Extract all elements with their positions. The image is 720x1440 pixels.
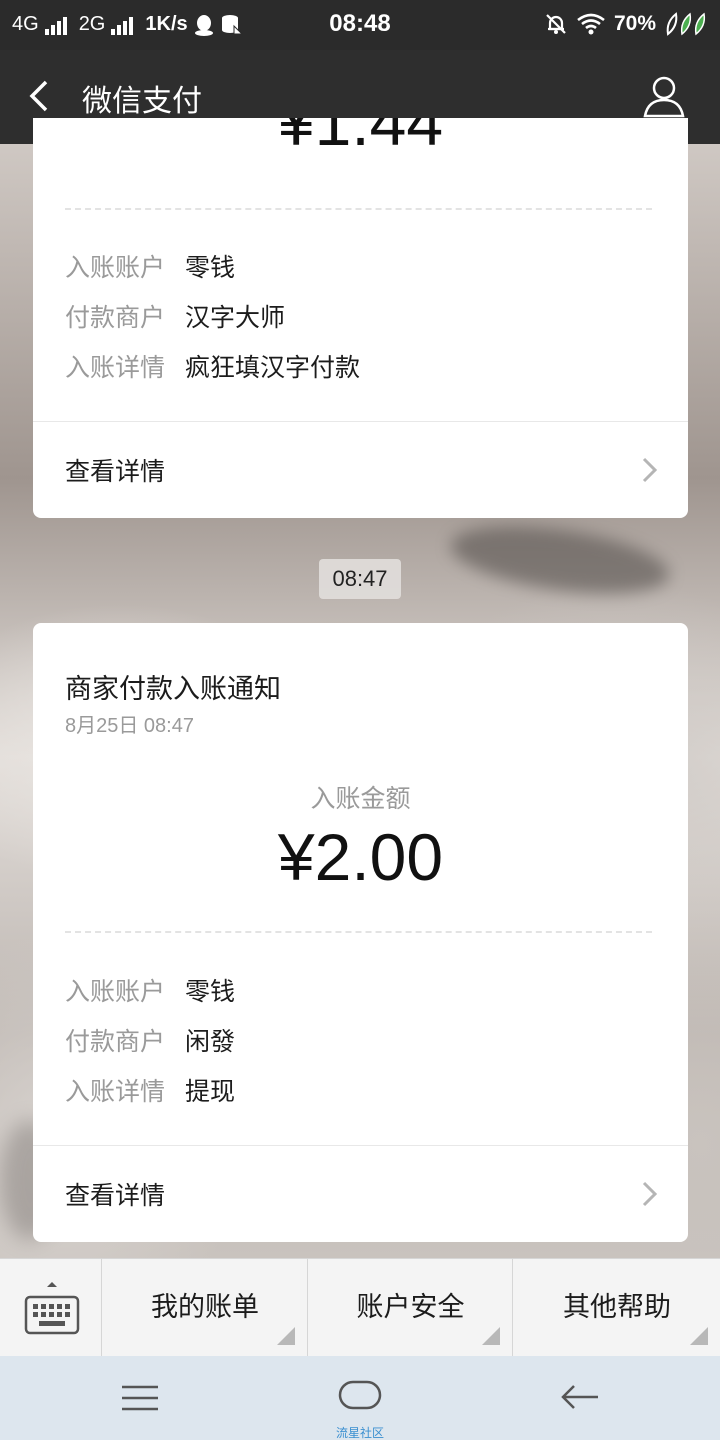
chevron-right-icon bbox=[642, 1181, 658, 1207]
dashed-divider bbox=[65, 931, 652, 933]
keyboard-toggle-button[interactable] bbox=[0, 1259, 102, 1357]
dashed-divider bbox=[65, 208, 652, 210]
back-icon[interactable] bbox=[560, 1382, 600, 1412]
battery-leaf-icon bbox=[666, 12, 706, 36]
view-details-label: 查看详情 bbox=[65, 1181, 166, 1210]
view-details-button[interactable]: 查看详情 bbox=[33, 1146, 688, 1242]
info-key: 入账详情 bbox=[65, 1077, 166, 1106]
wifi-icon bbox=[577, 13, 605, 35]
notification-title: 商家付款入账通知 bbox=[65, 674, 281, 705]
info-row: 入账详情 疯狂填汉字付款 bbox=[65, 348, 360, 384]
info-key: 付款商户 bbox=[65, 1027, 166, 1056]
info-row: 入账账户 零钱 bbox=[65, 972, 235, 1008]
menu-label: 我的账单 bbox=[151, 1292, 259, 1323]
system-nav-bar: 流星社区 bbox=[0, 1356, 720, 1440]
keyboard-icon bbox=[24, 1282, 80, 1335]
mute-bell-icon bbox=[546, 14, 566, 34]
watermark: 流星社区 bbox=[335, 1426, 384, 1440]
info-key: 入账账户 bbox=[65, 253, 166, 282]
info-value: 闲發 bbox=[185, 1027, 236, 1056]
menu-my-bills[interactable]: 我的账单 bbox=[103, 1259, 308, 1357]
battery-percent: 70% bbox=[613, 12, 656, 35]
info-row: 付款商户 闲發 bbox=[65, 1022, 235, 1058]
payment-amount: ¥1.44 bbox=[277, 118, 444, 159]
submenu-indicator-icon bbox=[482, 1327, 500, 1345]
menu-label: 账户安全 bbox=[356, 1292, 465, 1323]
info-value: 零钱 bbox=[185, 977, 236, 1006]
message-time: 08:47 bbox=[319, 559, 401, 599]
submenu-indicator-icon bbox=[690, 1327, 708, 1345]
view-details-button[interactable]: 查看详情 bbox=[33, 422, 688, 518]
info-value: 疯狂填汉字付款 bbox=[185, 353, 361, 382]
info-row: 入账账户 零钱 bbox=[65, 248, 235, 284]
home-icon[interactable] bbox=[338, 1380, 382, 1410]
info-row: 入账详情 提现 bbox=[65, 1072, 235, 1108]
status-bar: 4G 2G 1K/s 08:48 70% bbox=[0, 0, 720, 50]
menu-account-security[interactable]: 账户安全 bbox=[309, 1259, 513, 1357]
info-key: 入账详情 bbox=[65, 353, 166, 382]
bottom-menu: 我的账单 账户安全 其他帮助 bbox=[0, 1258, 720, 1357]
view-details-label: 查看详情 bbox=[65, 457, 166, 486]
info-row: 付款商户 汉字大师 bbox=[65, 298, 285, 334]
info-value: 汉字大师 bbox=[185, 303, 286, 332]
profile-icon[interactable] bbox=[642, 74, 686, 118]
menu-other-help[interactable]: 其他帮助 bbox=[514, 1259, 720, 1357]
notification-date: 8月25日 08:47 bbox=[65, 715, 194, 737]
payment-card: ¥1.44 入账账户 零钱 付款商户 汉字大师 入账详情 疯狂填汉字付款 查看详… bbox=[33, 118, 688, 518]
recent-apps-icon[interactable] bbox=[122, 1384, 158, 1412]
menu-label: 其他帮助 bbox=[563, 1292, 671, 1323]
info-value: 零钱 bbox=[185, 253, 236, 282]
back-arrow-icon[interactable] bbox=[22, 76, 62, 116]
amount-label: 入账金额 bbox=[310, 784, 411, 813]
page-title: 微信支付 bbox=[82, 84, 202, 119]
submenu-indicator-icon bbox=[277, 1327, 295, 1345]
payment-card: 商家付款入账通知 8月25日 08:47 入账金额 ¥2.00 入账账户 零钱 … bbox=[33, 623, 688, 1242]
payment-amount: ¥2.00 bbox=[277, 820, 444, 894]
info-key: 付款商户 bbox=[65, 303, 166, 332]
info-key: 入账账户 bbox=[65, 977, 166, 1006]
chevron-right-icon bbox=[642, 457, 658, 483]
info-value: 提现 bbox=[185, 1077, 236, 1106]
